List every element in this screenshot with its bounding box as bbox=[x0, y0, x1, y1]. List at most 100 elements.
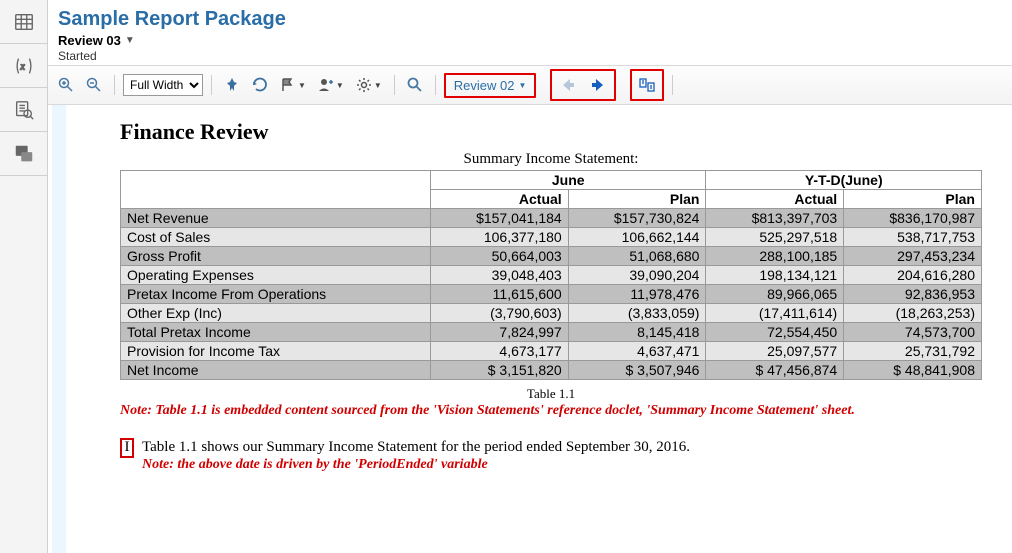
cell-value: (18,263,253) bbox=[844, 304, 982, 323]
cell-value: $ 3,507,946 bbox=[568, 361, 706, 380]
cell-value: 72,554,450 bbox=[706, 323, 844, 342]
next-arrow-icon[interactable] bbox=[586, 73, 610, 97]
chevron-down-icon: ▼ bbox=[125, 35, 135, 46]
separator bbox=[211, 75, 212, 95]
cell-value: 538,717,753 bbox=[844, 228, 982, 247]
table-caption: Summary Income Statement: bbox=[120, 151, 982, 168]
cell-value: 4,637,471 bbox=[568, 342, 706, 361]
table-header-sub: Plan bbox=[568, 190, 706, 209]
table-row: Gross Profit50,664,00351,068,680288,100,… bbox=[121, 247, 982, 266]
table-header-group: June bbox=[430, 171, 706, 190]
review-instance-label: Review 02 bbox=[454, 78, 515, 93]
income-table: June Y-T-D(June) Actual Plan Actual Plan… bbox=[120, 170, 982, 380]
cell-value: 92,836,953 bbox=[844, 285, 982, 304]
cell-value: 106,662,144 bbox=[568, 228, 706, 247]
cell-value: $157,041,184 bbox=[430, 209, 568, 228]
row-label: Total Pretax Income bbox=[121, 323, 431, 342]
flag-dropdown[interactable]: ▼ bbox=[276, 73, 310, 97]
table-row: Pretax Income From Operations11,615,6001… bbox=[121, 285, 982, 304]
cell-value: 11,615,600 bbox=[430, 285, 568, 304]
row-label: Operating Expenses bbox=[121, 266, 431, 285]
zoom-out-icon[interactable] bbox=[82, 73, 106, 97]
table-row: Operating Expenses39,048,40339,090,20419… bbox=[121, 266, 982, 285]
status-label: Started bbox=[58, 49, 1002, 63]
separator bbox=[114, 75, 115, 95]
left-rail: x bbox=[0, 0, 48, 553]
refresh-icon[interactable] bbox=[248, 73, 272, 97]
search-icon[interactable] bbox=[403, 73, 427, 97]
review-label: Review 03 bbox=[58, 33, 121, 48]
row-label: Other Exp (Inc) bbox=[121, 304, 431, 323]
separator bbox=[435, 75, 436, 95]
cell-value: 50,664,003 bbox=[430, 247, 568, 266]
cell-value: 288,100,185 bbox=[706, 247, 844, 266]
cell-value: $813,397,703 bbox=[706, 209, 844, 228]
zoom-select[interactable]: Full Width bbox=[123, 74, 203, 96]
user-dropdown[interactable]: ▼ bbox=[314, 73, 348, 97]
cell-value: 297,453,234 bbox=[844, 247, 982, 266]
cell-value: 89,966,065 bbox=[706, 285, 844, 304]
table-row: Net Revenue$157,041,184$157,730,824$813,… bbox=[121, 209, 982, 228]
cell-value: $157,730,824 bbox=[568, 209, 706, 228]
row-label: Cost of Sales bbox=[121, 228, 431, 247]
table-header-blank bbox=[121, 171, 431, 209]
prev-arrow-icon[interactable] bbox=[556, 73, 580, 97]
gear-dropdown[interactable]: ▼ bbox=[352, 73, 386, 97]
table-header-sub: Actual bbox=[706, 190, 844, 209]
table-header-sub: Actual bbox=[430, 190, 568, 209]
cell-value: (3,833,059) bbox=[568, 304, 706, 323]
cell-value: $ 47,456,874 bbox=[706, 361, 844, 380]
cell-value: $ 3,151,820 bbox=[430, 361, 568, 380]
table-row: Cost of Sales106,377,180106,662,144525,2… bbox=[121, 228, 982, 247]
table-row: Net Income$ 3,151,820$ 3,507,946$ 47,456… bbox=[121, 361, 982, 380]
table-row: Other Exp (Inc)(3,790,603)(3,833,059)(17… bbox=[121, 304, 982, 323]
table-header-group: Y-T-D(June) bbox=[706, 171, 982, 190]
variable-icon[interactable]: x bbox=[0, 44, 47, 88]
cell-value: 74,573,700 bbox=[844, 323, 982, 342]
chevron-down-icon: ▼ bbox=[374, 81, 382, 90]
review-instance-dropdown[interactable]: Review 02 ▼ bbox=[448, 76, 533, 95]
zoom-in-icon[interactable] bbox=[54, 73, 78, 97]
note-2: Note: the above date is driven by the 'P… bbox=[142, 456, 690, 475]
cell-value: 51,068,680 bbox=[568, 247, 706, 266]
row-label: Net Income bbox=[121, 361, 431, 380]
doc-title: Finance Review bbox=[120, 119, 982, 145]
doc-margin bbox=[52, 105, 66, 553]
table-row: Provision for Income Tax4,673,1774,637,4… bbox=[121, 342, 982, 361]
pin-icon[interactable] bbox=[220, 73, 244, 97]
cell-value: 8,145,418 bbox=[568, 323, 706, 342]
header: Sample Report Package Review 03 ▼ Starte… bbox=[48, 0, 1012, 65]
cell-value: (3,790,603) bbox=[430, 304, 568, 323]
chevron-down-icon: ▼ bbox=[298, 81, 306, 90]
cell-value: 11,978,476 bbox=[568, 285, 706, 304]
note-1: Note: Table 1.1 is embedded content sour… bbox=[120, 402, 982, 421]
cell-value: 25,731,792 bbox=[844, 342, 982, 361]
cell-value: 198,134,121 bbox=[706, 266, 844, 285]
grid-icon[interactable] bbox=[0, 0, 47, 44]
cell-value: 39,048,403 bbox=[430, 266, 568, 285]
compare-icon[interactable] bbox=[635, 73, 659, 97]
svg-text:x: x bbox=[19, 61, 25, 72]
cell-value: 204,616,280 bbox=[844, 266, 982, 285]
document-area: Finance Review Summary Income Statement:… bbox=[48, 105, 1012, 553]
table-row: Total Pretax Income7,824,9978,145,41872,… bbox=[121, 323, 982, 342]
cell-value: (17,411,614) bbox=[706, 304, 844, 323]
cell-value: $836,170,987 bbox=[844, 209, 982, 228]
toolbar: Full Width ▼ ▼ ▼ bbox=[48, 65, 1012, 105]
cell-value: 39,090,204 bbox=[568, 266, 706, 285]
separator bbox=[672, 75, 673, 95]
chevron-down-icon: ▼ bbox=[518, 81, 526, 90]
doc-gutter bbox=[66, 105, 120, 553]
insert-marker: I bbox=[120, 438, 134, 458]
inspect-icon[interactable] bbox=[0, 88, 47, 132]
row-label: Pretax Income From Operations bbox=[121, 285, 431, 304]
cell-value: $ 48,841,908 bbox=[844, 361, 982, 380]
chevron-down-icon: ▼ bbox=[336, 81, 344, 90]
cell-value: 25,097,577 bbox=[706, 342, 844, 361]
review-selector[interactable]: Review 03 ▼ bbox=[58, 33, 1002, 48]
cell-value: 106,377,180 bbox=[430, 228, 568, 247]
row-label: Net Revenue bbox=[121, 209, 431, 228]
row-label: Provision for Income Tax bbox=[121, 342, 431, 361]
comment-icon[interactable] bbox=[0, 132, 47, 176]
cell-value: 525,297,518 bbox=[706, 228, 844, 247]
